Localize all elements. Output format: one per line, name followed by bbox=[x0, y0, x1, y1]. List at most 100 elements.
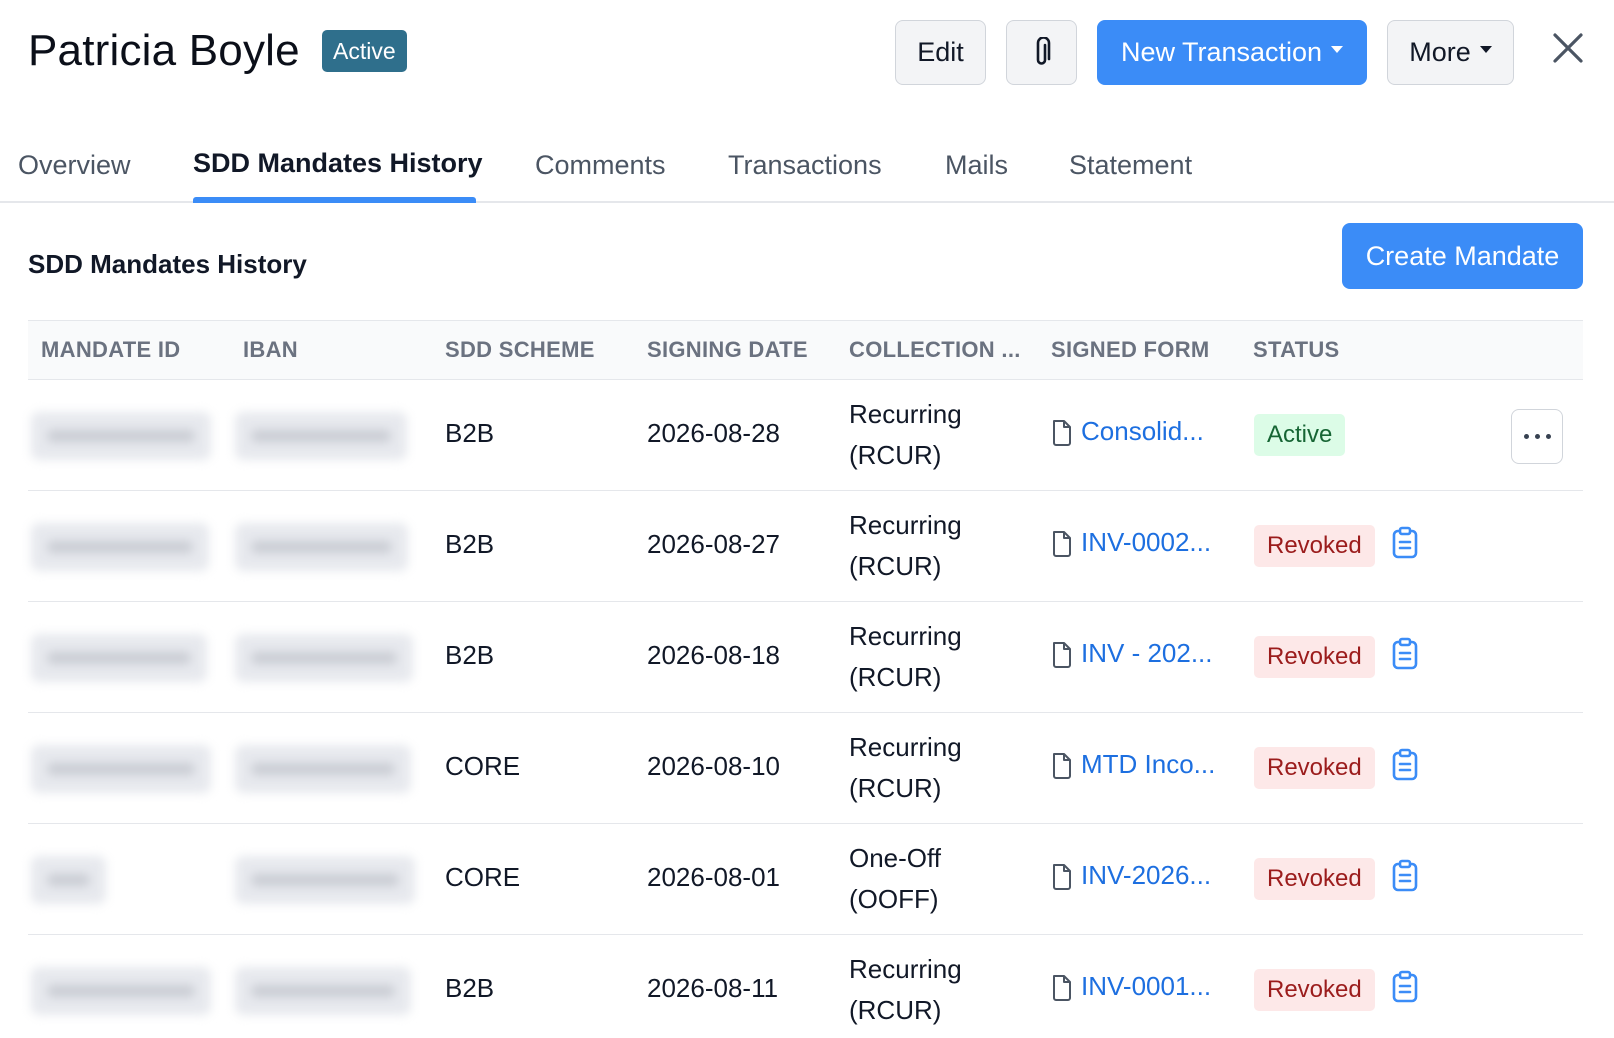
table-row: B2B 2026-08-27 Recurring (RCUR) INV-0002... R… bbox=[28, 491, 1583, 602]
status-badge: Revoked bbox=[1254, 636, 1375, 678]
clipboard-icon[interactable] bbox=[1391, 748, 1419, 782]
signed-form-filename: INV - 202... bbox=[1081, 638, 1213, 668]
redacted-iban bbox=[235, 856, 415, 904]
section-title: SDD Mandates History bbox=[28, 249, 307, 279]
status-badge: Revoked bbox=[1254, 525, 1375, 567]
column-header-signed-form: SIGNED FORM bbox=[1051, 337, 1210, 362]
signed-form-link[interactable]: INV - 202... bbox=[1051, 638, 1213, 669]
more-label: More bbox=[1409, 37, 1471, 67]
table-body: B2B 2026-08-28 Recurring (RCUR) Consolid... A… bbox=[28, 380, 1583, 1038]
clipboard-icon[interactable] bbox=[1391, 859, 1419, 893]
collection-type-code: (RCUR) bbox=[849, 551, 942, 581]
redacted-mandate-id bbox=[31, 745, 211, 793]
signed-form-filename: MTD Inco... bbox=[1081, 749, 1216, 779]
redacted-mandate-id bbox=[31, 856, 106, 904]
sdd-scheme: CORE bbox=[445, 862, 521, 892]
collection-type-name: Recurring bbox=[849, 621, 962, 651]
collection-type: Recurring (RCUR) bbox=[849, 616, 962, 698]
tab-transactions[interactable]: Transactions bbox=[728, 150, 882, 181]
table-row: B2B 2026-08-28 Recurring (RCUR) Consolid... A… bbox=[28, 380, 1583, 491]
edit-button[interactable]: Edit bbox=[895, 20, 986, 85]
mandates-table: MANDATE ID IBAN SDD SCHEME SIGNING DATE … bbox=[28, 320, 1583, 1038]
tab-statement[interactable]: Statement bbox=[1069, 150, 1192, 181]
caret-down-icon bbox=[1331, 46, 1344, 53]
document-icon bbox=[1053, 863, 1071, 890]
close-icon[interactable] bbox=[1548, 28, 1588, 68]
table-row: CORE 2026-08-01 One-Off (OOFF) INV-2026... Re… bbox=[28, 824, 1583, 935]
sdd-scheme: B2B bbox=[445, 529, 495, 559]
collection-type-name: Recurring bbox=[849, 510, 962, 540]
signing-date: 2026-08-11 bbox=[647, 973, 779, 1003]
collection-type-code: (RCUR) bbox=[849, 995, 942, 1025]
signed-form-filename: INV-2026... bbox=[1081, 860, 1212, 890]
collection-type-code: (OOFF) bbox=[849, 884, 939, 914]
signed-form-link[interactable]: INV-0002... bbox=[1051, 527, 1211, 558]
sdd-scheme: B2B bbox=[445, 418, 495, 448]
clipboard-icon[interactable] bbox=[1391, 970, 1419, 1004]
document-icon bbox=[1053, 974, 1071, 1001]
row-actions-button[interactable] bbox=[1511, 409, 1563, 464]
caret-down-icon bbox=[1479, 46, 1492, 53]
collection-type-name: One-Off bbox=[849, 843, 942, 873]
signed-form-filename: INV-0001... bbox=[1081, 971, 1212, 1001]
tab-mails[interactable]: Mails bbox=[945, 150, 1008, 181]
customer-status-badge: Active bbox=[322, 30, 407, 72]
collection-type: One-Off (OOFF) bbox=[849, 838, 941, 920]
signed-form-link[interactable]: MTD Inco... bbox=[1051, 749, 1215, 780]
attachment-button[interactable] bbox=[1006, 20, 1077, 85]
document-icon bbox=[1053, 752, 1071, 779]
ellipsis-icon bbox=[1521, 434, 1554, 439]
document-icon bbox=[1053, 530, 1071, 557]
collection-type-name: Recurring bbox=[849, 399, 962, 429]
collection-type-code: (RCUR) bbox=[849, 662, 942, 692]
signed-form-filename: Consolid... bbox=[1081, 416, 1204, 446]
redacted-mandate-id bbox=[31, 634, 207, 682]
clipboard-icon[interactable] bbox=[1391, 526, 1419, 560]
collection-type-code: (RCUR) bbox=[849, 440, 942, 470]
status-badge: Active bbox=[1254, 414, 1346, 456]
new-transaction-dropdown[interactable]: New Transaction bbox=[1097, 20, 1367, 85]
signed-form-filename: INV-0002... bbox=[1081, 527, 1212, 557]
status-badge: Revoked bbox=[1254, 969, 1375, 1011]
redacted-iban bbox=[235, 523, 408, 571]
collection-type-name: Recurring bbox=[849, 732, 962, 762]
tab-bar: Overview SDD Mandates History Comments T… bbox=[0, 136, 1614, 203]
sdd-scheme: CORE bbox=[445, 751, 521, 781]
signed-form-link[interactable]: INV-0001... bbox=[1051, 971, 1211, 1002]
column-header-iban: IBAN bbox=[243, 337, 298, 362]
redacted-mandate-id bbox=[31, 412, 211, 460]
table-header: MANDATE ID IBAN SDD SCHEME SIGNING DATE … bbox=[28, 320, 1583, 380]
column-header-signing-date: SIGNING DATE bbox=[647, 337, 808, 362]
signed-form-link[interactable]: Consolid... bbox=[1051, 416, 1204, 447]
page-header: Patricia Boyle Active Edit New Transacti… bbox=[0, 0, 1614, 110]
customer-name: Patricia Boyle bbox=[28, 26, 300, 75]
clipboard-icon[interactable] bbox=[1391, 637, 1419, 671]
collection-type-code: (RCUR) bbox=[849, 773, 942, 803]
more-dropdown[interactable]: More bbox=[1387, 20, 1514, 85]
signing-date: 2026-08-28 bbox=[647, 418, 780, 448]
column-header-sdd-scheme: SDD SCHEME bbox=[445, 337, 595, 362]
signing-date: 2026-08-27 bbox=[647, 529, 780, 559]
collection-type: Recurring (RCUR) bbox=[849, 394, 962, 476]
column-header-status: STATUS bbox=[1253, 337, 1340, 362]
edit-button-label: Edit bbox=[917, 37, 964, 67]
tab-sdd-mandates-history[interactable]: SDD Mandates History bbox=[193, 148, 483, 179]
column-header-collection: COLLECTION ... bbox=[849, 337, 1021, 362]
redacted-iban bbox=[235, 967, 411, 1015]
redacted-iban bbox=[235, 745, 411, 793]
create-mandate-button[interactable]: Create Mandate bbox=[1342, 223, 1583, 289]
status-badge: Revoked bbox=[1254, 747, 1375, 789]
sdd-scheme: B2B bbox=[445, 640, 495, 670]
tab-comments[interactable]: Comments bbox=[535, 150, 666, 181]
document-icon bbox=[1053, 641, 1071, 668]
table-row: CORE 2026-08-10 Recurring (RCUR) MTD Inco...… bbox=[28, 713, 1583, 824]
signing-date: 2026-08-10 bbox=[647, 751, 780, 781]
column-header-mandate-id: MANDATE ID bbox=[41, 337, 181, 362]
tab-overview[interactable]: Overview bbox=[18, 150, 131, 181]
table-row: B2B 2026-08-11 Recurring (RCUR) INV-0001... R… bbox=[28, 935, 1583, 1038]
signing-date: 2026-08-18 bbox=[647, 640, 780, 670]
collection-type: Recurring (RCUR) bbox=[849, 949, 962, 1031]
active-tab-indicator bbox=[193, 197, 476, 203]
redacted-iban bbox=[235, 412, 407, 460]
signed-form-link[interactable]: INV-2026... bbox=[1051, 860, 1211, 891]
